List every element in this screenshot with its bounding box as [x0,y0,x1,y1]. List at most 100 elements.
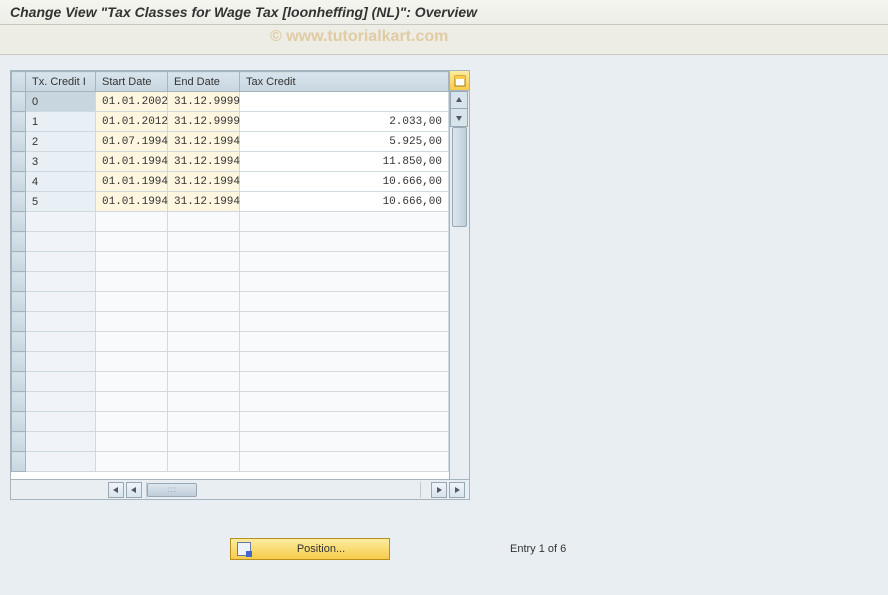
cell-taxcredit[interactable]: 10.666,00 [240,172,449,192]
horizontal-scroll-thumb[interactable]: ::: [147,483,197,497]
table-row[interactable]: 101.01.201231.12.99992.033,00 [12,112,449,132]
cell-empty[interactable] [26,452,96,472]
cell-empty[interactable] [240,292,449,312]
cell-startdate[interactable]: 01.01.1994 [96,152,168,172]
scroll-up-button[interactable] [450,91,468,109]
cell-empty[interactable] [240,412,449,432]
cell-empty[interactable] [26,412,96,432]
hscroll-first-button[interactable] [108,482,124,498]
vertical-scroll-track[interactable] [450,127,469,479]
cell-empty[interactable] [26,232,96,252]
cell-empty[interactable] [168,332,240,352]
cell-empty[interactable] [168,312,240,332]
table-row-empty[interactable] [12,392,449,412]
table-row-empty[interactable] [12,412,449,432]
row-selector[interactable] [12,112,26,132]
hscroll-left-button[interactable] [126,482,142,498]
cell-empty[interactable] [96,372,168,392]
cell-empty[interactable] [168,232,240,252]
table-row-empty[interactable] [12,212,449,232]
row-selector[interactable] [12,212,26,232]
cell-empty[interactable] [240,452,449,472]
row-selector[interactable] [12,252,26,272]
row-selector[interactable] [12,412,26,432]
col-header-enddate[interactable]: End Date [168,72,240,92]
row-selector-header[interactable] [12,72,26,92]
cell-empty[interactable] [168,432,240,452]
cell-empty[interactable] [96,352,168,372]
cell-empty[interactable] [26,272,96,292]
cell-startdate[interactable]: 01.01.2012 [96,112,168,132]
cell-enddate[interactable]: 31.12.1994 [168,172,240,192]
select-all-icon[interactable] [450,71,469,91]
cell-taxcredit[interactable]: 11.850,00 [240,152,449,172]
cell-empty[interactable] [168,352,240,372]
cell-empty[interactable] [96,272,168,292]
position-button[interactable]: Position... [230,538,390,560]
cell-txcredit[interactable]: 4 [26,172,96,192]
cell-startdate[interactable]: 01.07.1994 [96,132,168,152]
col-header-startdate[interactable]: Start Date [96,72,168,92]
cell-empty[interactable] [168,292,240,312]
cell-empty[interactable] [240,332,449,352]
col-header-taxcredit[interactable]: Tax Credit [240,72,449,92]
cell-empty[interactable] [26,212,96,232]
cell-empty[interactable] [168,252,240,272]
cell-empty[interactable] [26,292,96,312]
cell-enddate[interactable]: 31.12.1994 [168,192,240,212]
row-selector[interactable] [12,312,26,332]
table-row[interactable]: 401.01.199431.12.199410.666,00 [12,172,449,192]
row-selector[interactable] [12,172,26,192]
cell-empty[interactable] [240,272,449,292]
cell-empty[interactable] [240,392,449,412]
cell-enddate[interactable]: 31.12.1994 [168,132,240,152]
table-row-empty[interactable] [12,292,449,312]
table-row-empty[interactable] [12,352,449,372]
cell-empty[interactable] [96,252,168,272]
table-row-empty[interactable] [12,452,449,472]
vertical-scroll-thumb[interactable] [452,127,467,227]
cell-empty[interactable] [240,372,449,392]
cell-txcredit[interactable]: 3 [26,152,96,172]
cell-taxcredit[interactable]: 10.666,00 [240,192,449,212]
row-selector[interactable] [12,92,26,112]
cell-empty[interactable] [96,232,168,252]
table-row[interactable]: 501.01.199431.12.199410.666,00 [12,192,449,212]
cell-empty[interactable] [240,252,449,272]
cell-empty[interactable] [168,452,240,472]
table-row-empty[interactable] [12,232,449,252]
col-header-txcredit[interactable]: Tx. Credit I [26,72,96,92]
cell-empty[interactable] [96,412,168,432]
cell-empty[interactable] [96,292,168,312]
table-row-empty[interactable] [12,372,449,392]
cell-enddate[interactable]: 31.12.1994 [168,152,240,172]
cell-txcredit[interactable]: 0 [26,92,96,112]
table-row[interactable]: 001.01.200231.12.9999 [12,92,449,112]
cell-empty[interactable] [26,432,96,452]
cell-empty[interactable] [96,212,168,232]
cell-txcredit[interactable]: 5 [26,192,96,212]
cell-empty[interactable] [96,392,168,412]
row-selector[interactable] [12,372,26,392]
cell-txcredit[interactable]: 1 [26,112,96,132]
table-row[interactable]: 201.07.199431.12.19945.925,00 [12,132,449,152]
cell-empty[interactable] [26,332,96,352]
cell-taxcredit[interactable] [240,92,449,112]
cell-startdate[interactable]: 01.01.1994 [96,172,168,192]
cell-empty[interactable] [240,432,449,452]
row-selector[interactable] [12,232,26,252]
cell-enddate[interactable]: 31.12.9999 [168,92,240,112]
cell-empty[interactable] [168,212,240,232]
cell-empty[interactable] [26,372,96,392]
scroll-down-button[interactable] [450,109,468,127]
cell-empty[interactable] [96,332,168,352]
row-selector[interactable] [12,192,26,212]
cell-empty[interactable] [168,392,240,412]
hscroll-right-button[interactable] [431,482,447,498]
cell-empty[interactable] [26,392,96,412]
cell-empty[interactable] [240,352,449,372]
cell-empty[interactable] [96,312,168,332]
cell-taxcredit[interactable]: 2.033,00 [240,112,449,132]
table-row-empty[interactable] [12,272,449,292]
cell-empty[interactable] [26,252,96,272]
